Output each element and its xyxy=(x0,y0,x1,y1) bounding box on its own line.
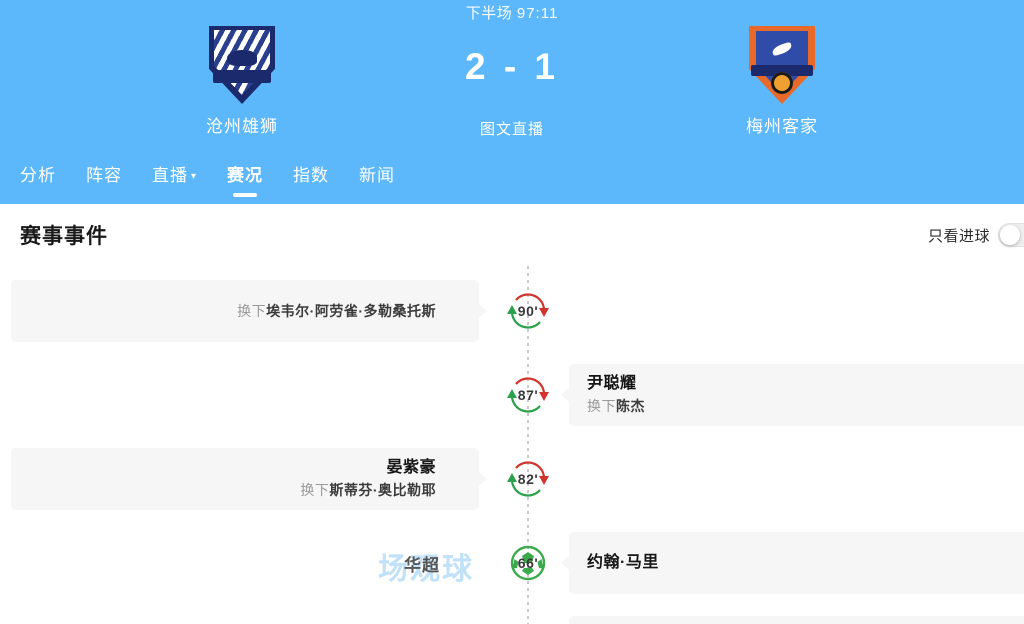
away-team[interactable]: 梅州客家 xyxy=(632,26,932,137)
event-detail: 换下陈杰 xyxy=(587,396,645,417)
nav-item-6[interactable]: 新闻 xyxy=(359,161,395,194)
home-team-name: 沧州雄狮 xyxy=(206,117,278,136)
nav-item-label: 赛况 xyxy=(227,165,264,185)
nav-item-3[interactable]: 直播 ▾ xyxy=(152,161,197,194)
nav-item-label: 阵容 xyxy=(86,165,122,185)
match-period: 下半场 xyxy=(465,5,513,22)
timeline-event[interactable]: 换下埃韦尔·阿劳雀·多勒桑托斯 90' xyxy=(0,280,1024,342)
timeline-event[interactable]: 约翰·马里 66' xyxy=(0,532,1024,594)
event-player-name: 约翰·马里 xyxy=(587,554,659,571)
chevron-down-icon: ▾ xyxy=(191,170,198,182)
page-title: 赛事事件 xyxy=(20,225,108,248)
event-detail-player: 陈杰 xyxy=(616,398,645,414)
event-card[interactable] xyxy=(569,616,1024,624)
event-minute: 87' xyxy=(517,387,539,403)
primary-nav: 分析 阵容 直播 ▾ 赛况 指数 新闻 xyxy=(0,150,1024,204)
goal-only-toggle[interactable] xyxy=(998,223,1024,247)
nav-item-label: 指数 xyxy=(293,165,330,185)
events-timeline: 场观球 华超 换下埃韦尔·阿劳雀·多勒桑托斯 90' 尹聪耀 换下陈杰 87' 晏紫豪 换下… xyxy=(0,266,1024,624)
substitution-icon: 82' xyxy=(504,455,552,503)
away-team-name: 梅州客家 xyxy=(746,117,818,136)
event-player-name: 尹聪耀 xyxy=(587,375,637,392)
event-detail: 换下斯蒂芬·奥比勒耶 xyxy=(300,480,436,501)
substitution-icon: 90' xyxy=(504,287,552,335)
nav-item-2[interactable]: 阵容 xyxy=(86,161,122,194)
nav-item-label: 直播 xyxy=(152,165,188,185)
teams-row: 沧州雄狮 2 - 1 图文直播 梅州客家 xyxy=(0,26,1024,146)
substitution-icon: 87' xyxy=(504,371,552,419)
match-header: 下半场 97:11 沧州雄狮 2 - 1 图文直播 梅州客家 分析 阵容 直播 … xyxy=(0,0,1024,204)
event-minute: 66' xyxy=(517,555,539,571)
events-section-bar: 赛事事件 只看进球 xyxy=(0,204,1024,266)
goal-only-filter[interactable]: 只看进球 xyxy=(928,223,1024,247)
timeline-event[interactable]: 晏紫豪换下斯蒂芬·奥比勒耶 82' xyxy=(0,448,1024,510)
home-team[interactable]: 沧州雄狮 xyxy=(92,26,392,137)
live-text-link[interactable]: 图文直播 xyxy=(480,118,544,139)
goal-only-label: 只看进球 xyxy=(927,227,990,245)
event-card[interactable]: 约翰·马里 xyxy=(561,532,1024,594)
event-minute: 82' xyxy=(517,471,539,487)
event-detail-prefix: 换下 xyxy=(300,482,330,498)
home-crest-icon xyxy=(209,26,275,104)
away-crest-icon xyxy=(749,26,815,104)
nav-item-4[interactable]: 赛况 xyxy=(227,161,263,194)
event-card[interactable]: 尹聪耀换下陈杰 xyxy=(561,364,1024,426)
toggle-knob xyxy=(1000,225,1020,245)
score: 2 - 1 xyxy=(464,46,560,87)
event-card[interactable]: 换下埃韦尔·阿劳雀·多勒桑托斯 xyxy=(11,280,487,342)
nav-item-label: 新闻 xyxy=(359,165,396,185)
event-detail-prefix: 换下 xyxy=(587,398,616,414)
event-detail-player: 埃韦尔·阿劳雀·多勒桑托斯 xyxy=(266,303,436,319)
match-clock: 97:11 xyxy=(516,5,559,22)
nav-item-5[interactable]: 指数 xyxy=(293,161,329,194)
nav-item-label: 分析 xyxy=(20,165,56,185)
scoreboard: 2 - 1 图文直播 xyxy=(392,26,632,139)
event-detail-prefix: 换下 xyxy=(237,303,267,319)
timeline-event-partial[interactable] xyxy=(0,616,1024,624)
goal-ball-icon: 66' xyxy=(504,539,552,587)
event-detail-player: 斯蒂芬·奥比勒耶 xyxy=(329,482,436,498)
timeline-event[interactable]: 尹聪耀换下陈杰 87' xyxy=(0,364,1024,426)
nav-item-1[interactable]: 分析 xyxy=(20,161,56,194)
event-card[interactable]: 晏紫豪换下斯蒂芬·奥比勒耶 xyxy=(11,448,487,510)
event-detail: 换下埃韦尔·阿劳雀·多勒桑托斯 xyxy=(237,301,436,322)
event-player-name: 晏紫豪 xyxy=(386,459,436,476)
event-minute: 90' xyxy=(517,303,539,319)
match-status-line: 下半场 97:11 xyxy=(0,2,1024,23)
